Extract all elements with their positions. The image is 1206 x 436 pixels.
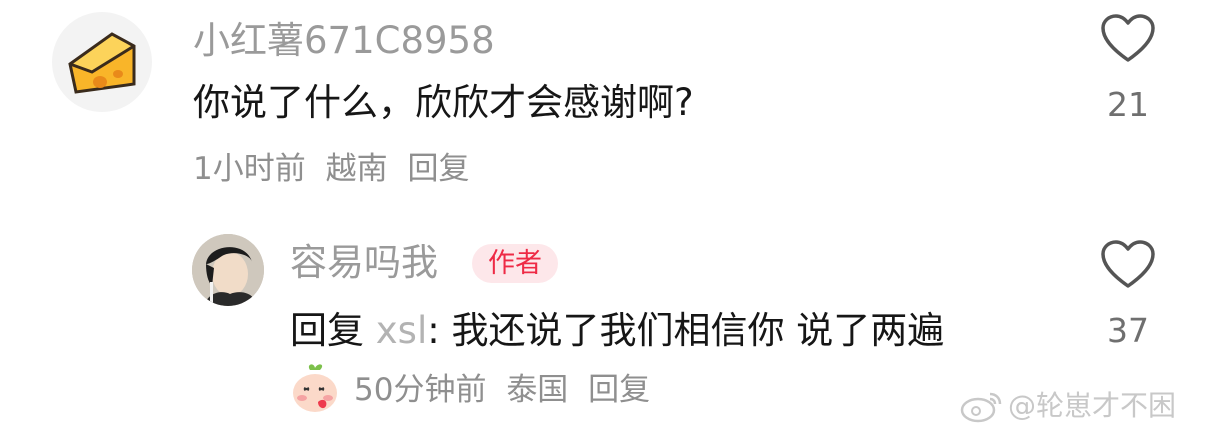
- reply-separator: :: [427, 309, 440, 352]
- reply-sticker: [288, 362, 342, 416]
- reply-text: 我还说了我们相信你 说了两遍: [451, 309, 945, 352]
- heart-icon: [1101, 240, 1155, 288]
- comment-text: 你说了什么，欣欣才会感谢啊?: [193, 81, 694, 124]
- person-photo-icon: [192, 234, 264, 306]
- reply-button[interactable]: 回复: [407, 151, 469, 187]
- comment-time: 1小时前: [193, 151, 306, 187]
- reply-target-handle[interactable]: xsl: [376, 309, 427, 352]
- reply-username[interactable]: 容易吗我: [290, 244, 438, 281]
- commenter-username[interactable]: 小红薯671C8958: [193, 22, 495, 59]
- reply-location: 泰国: [506, 372, 569, 408]
- reply-text-line: 回复 xsl: 我还说了我们相信你 说了两遍: [290, 312, 944, 349]
- watermark-text: @轮崽才不困: [1008, 389, 1177, 422]
- peach-sticker-icon: [293, 364, 337, 412]
- like-count: 21: [1107, 85, 1149, 124]
- like-button[interactable]: 21: [1088, 14, 1168, 121]
- comment-location: 越南: [325, 151, 388, 187]
- reply-meta: 50分钟前 泰国 回复: [354, 375, 660, 406]
- reply-time: 50分钟前: [354, 372, 487, 408]
- reply-like-count: 37: [1107, 311, 1149, 350]
- cheese-icon: [68, 32, 136, 94]
- comment-meta: 1小时前 越南 回复: [193, 154, 479, 185]
- reply-prefix: 回复: [290, 309, 364, 352]
- reply-like-button[interactable]: 37: [1088, 240, 1168, 347]
- commenter-avatar[interactable]: [52, 12, 152, 112]
- heart-icon: [1101, 14, 1155, 62]
- reply-reply-button[interactable]: 回复: [588, 372, 650, 408]
- author-badge: 作者: [472, 244, 558, 283]
- weibo-logo-icon: [960, 392, 1002, 423]
- reply-avatar[interactable]: [192, 234, 264, 306]
